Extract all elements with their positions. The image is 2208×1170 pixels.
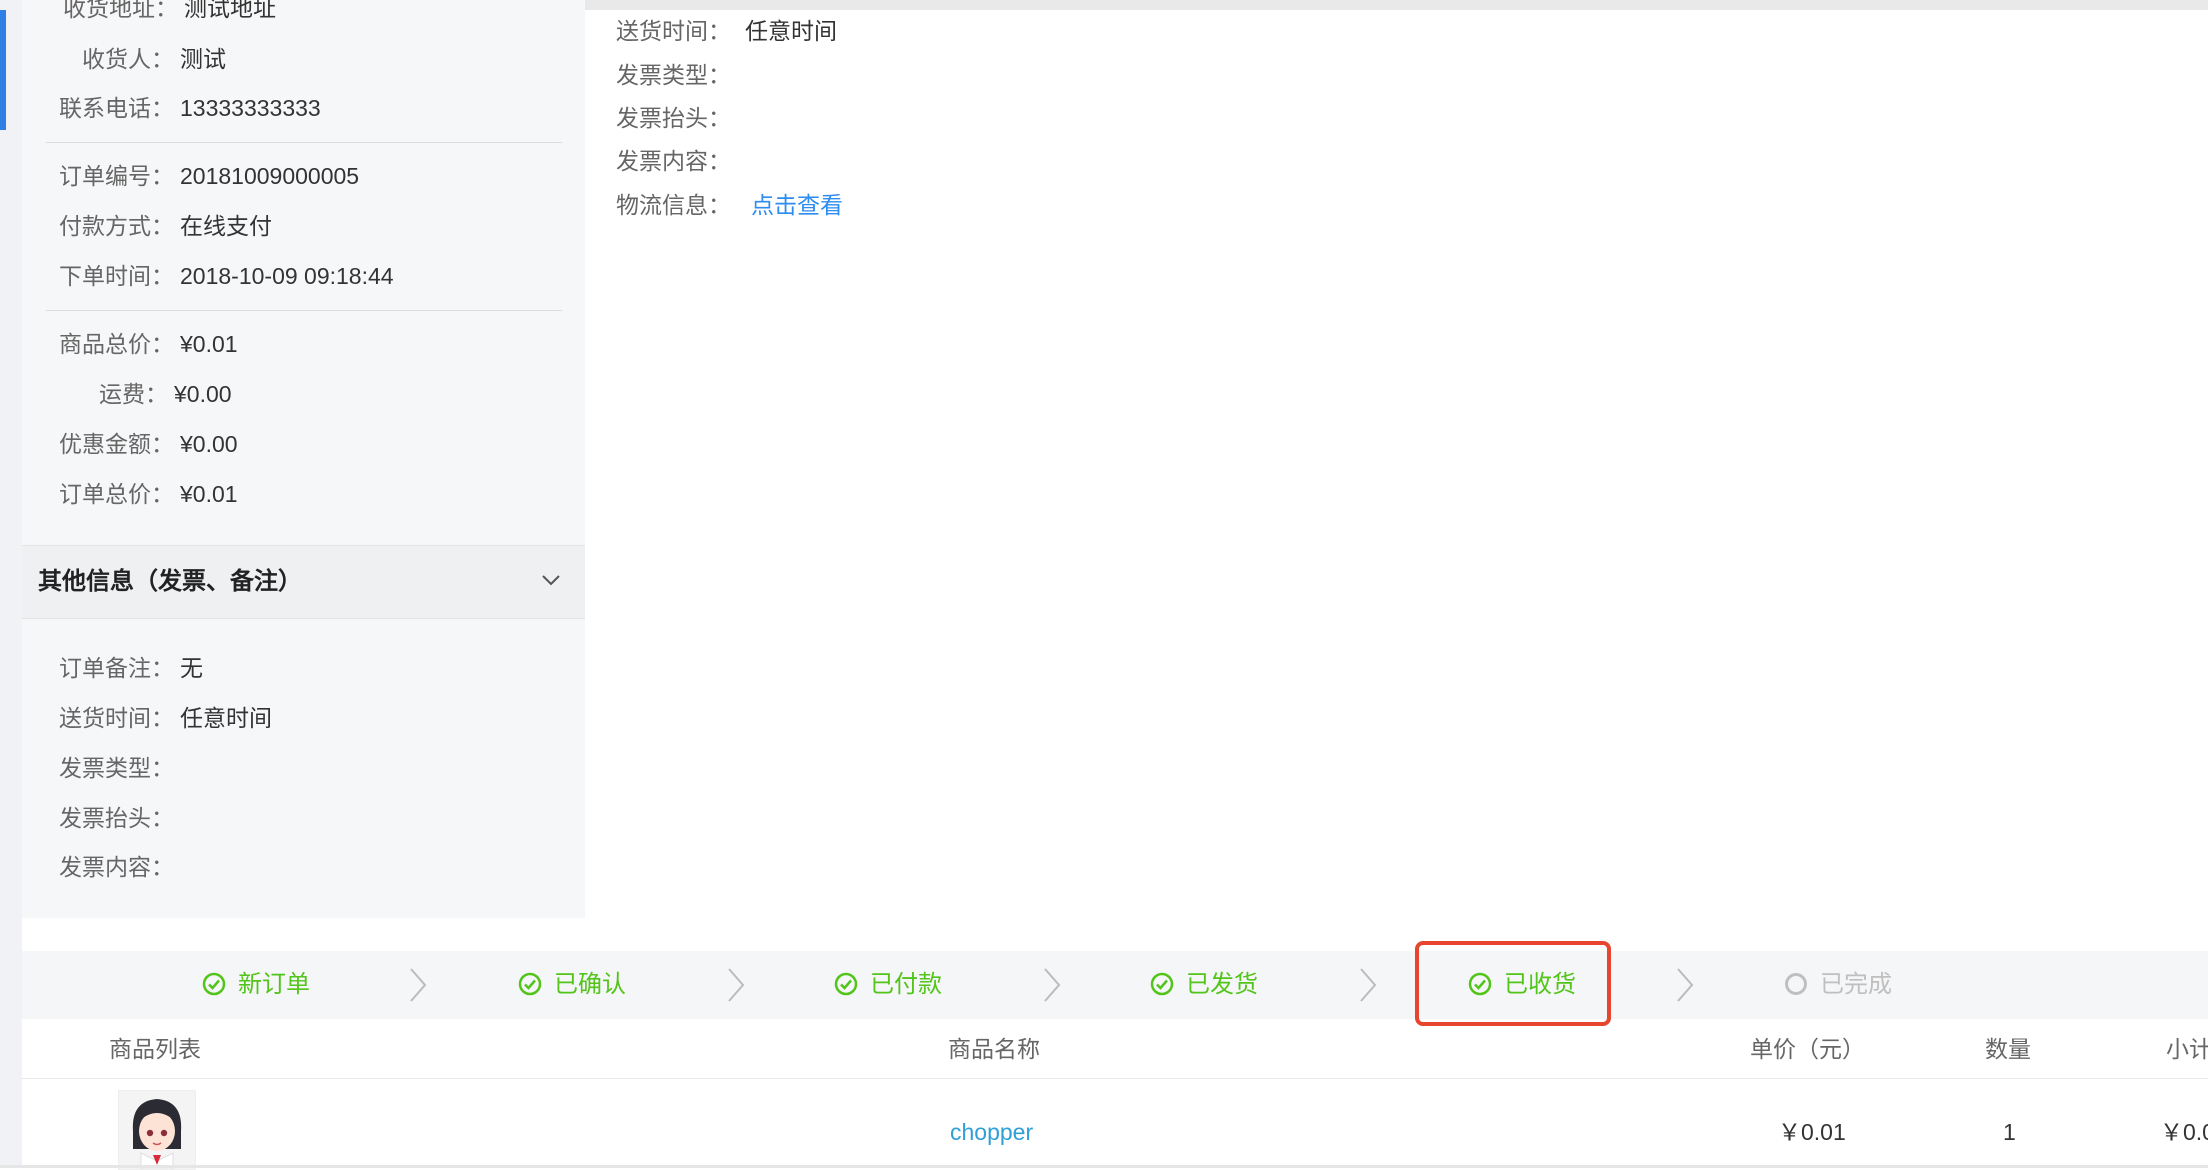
- logistics-row: 物流信息： 点击查看: [616, 187, 843, 223]
- phone-value: 13333333333: [180, 95, 321, 121]
- delivery-time-value: 任意时间: [180, 705, 272, 731]
- right-invoice-content-row: 发票内容：: [616, 143, 731, 179]
- chevron-right-icon: [1677, 968, 1694, 1002]
- step-label: 已确认: [554, 971, 626, 998]
- col-header-unit-price: 单价（元）: [1750, 1036, 1865, 1062]
- delivery-time-label: 送货时间：: [59, 705, 174, 731]
- divider: [46, 310, 562, 311]
- received-step-highlight-box: [1415, 941, 1611, 1026]
- table-header-divider: [22, 1078, 2208, 1079]
- freight-value: ¥0.00: [174, 381, 232, 407]
- chevron-right-icon: [1044, 968, 1061, 1002]
- step-label: 新订单: [238, 971, 310, 998]
- freight-label: 运费：: [99, 381, 168, 407]
- product-thumbnail[interactable]: [118, 1090, 196, 1170]
- right-delivery-time-label: 送货时间：: [616, 18, 731, 44]
- check-circle-icon: [202, 972, 226, 995]
- invoice-type-row: 发票类型：: [58, 750, 174, 786]
- check-circle-icon: [1150, 972, 1174, 995]
- order-time-row: 下单时间： 2018-10-09 09:18:44: [58, 258, 394, 294]
- product-unit-price: ￥0.01: [1778, 1119, 1846, 1145]
- remark-value: 无: [180, 655, 203, 681]
- right-delivery-time-row: 送货时间： 任意时间: [616, 13, 837, 49]
- invoice-content-row: 发票内容：: [58, 849, 174, 885]
- chevron-down-icon[interactable]: [539, 568, 563, 592]
- pay-method-row: 付款方式： 在线支付: [58, 208, 272, 244]
- remark-label: 订单备注：: [59, 655, 174, 681]
- chevron-right-icon: [410, 968, 427, 1002]
- right-invoice-type-label: 发票类型：: [616, 62, 731, 88]
- step-confirmed: 已确认: [518, 951, 626, 1019]
- other-info-panel: [585, 10, 2208, 918]
- order-no-value: 20181009000005: [180, 163, 360, 189]
- other-info-section-header[interactable]: 其他信息（发票、备注）: [22, 545, 585, 619]
- col-header-product-name: 商品名称: [948, 1036, 1040, 1062]
- step-shipped: 已发货: [1150, 951, 1258, 1019]
- col-header-quantity: 数量: [1985, 1036, 2031, 1062]
- order-total-value: ¥0.01: [180, 481, 238, 507]
- product-quantity: 1: [2003, 1119, 2016, 1145]
- step-new-order: 新订单: [202, 951, 310, 1019]
- circle-outline-icon: [1785, 972, 1807, 995]
- logistics-link[interactable]: 点击查看: [751, 187, 843, 223]
- order-total-label: 订单总价：: [59, 481, 174, 507]
- order-time-label: 下单时间：: [59, 263, 174, 289]
- logistics-label: 物流信息：: [616, 192, 731, 218]
- address-label: 收货地址：: [63, 0, 178, 21]
- anime-avatar-icon: [119, 1091, 195, 1169]
- goods-total-row: 商品总价： ¥0.01: [58, 326, 238, 362]
- freight-row: 运费： ¥0.00: [58, 376, 232, 412]
- check-circle-icon: [834, 972, 858, 995]
- product-name-link[interactable]: chopper: [950, 1110, 1033, 1154]
- delivery-time-row: 送货时间： 任意时间: [58, 700, 272, 736]
- chevron-right-icon: [1360, 968, 1377, 1002]
- order-no-row: 订单编号： 20181009000005: [58, 158, 359, 194]
- step-label: 已完成: [1820, 971, 1892, 998]
- phone-label: 联系电话：: [59, 95, 174, 121]
- receiver-label: 收货人：: [82, 46, 174, 72]
- other-info-title: 其他信息（发票、备注）: [38, 568, 302, 595]
- active-accent-bar: [0, 10, 6, 130]
- discount-row: 优惠金额： ¥0.00: [58, 426, 238, 462]
- order-no-label: 订单编号：: [59, 163, 174, 189]
- order-total-row: 订单总价： ¥0.01: [58, 476, 238, 512]
- discount-label: 优惠金额：: [59, 431, 174, 457]
- divider: [46, 142, 562, 143]
- receiver-value: 测试: [180, 46, 226, 72]
- address-value: 测试地址: [184, 0, 276, 21]
- remark-row: 订单备注：无: [58, 650, 203, 686]
- step-label: 已发货: [1186, 971, 1258, 998]
- invoice-title-row: 发票抬头：: [58, 800, 174, 836]
- goods-total-label: 商品总价：: [59, 331, 174, 357]
- right-invoice-content-label: 发票内容：: [616, 148, 731, 174]
- pay-method-label: 付款方式：: [59, 213, 174, 239]
- receiver-row: 收货人： 测试: [58, 41, 226, 77]
- phone-row: 联系电话： 13333333333: [58, 90, 321, 126]
- invoice-content-label: 发票内容：: [59, 854, 174, 880]
- discount-value: ¥0.00: [180, 431, 238, 457]
- step-completed: 已完成: [1784, 951, 1892, 1019]
- pay-method-value: 在线支付: [180, 213, 272, 239]
- right-invoice-title-label: 发票抬头：: [616, 105, 731, 131]
- check-circle-icon: [518, 972, 542, 995]
- order-time-value: 2018-10-09 09:18:44: [180, 263, 394, 289]
- col-header-subtotal: 小计: [2166, 1036, 2208, 1062]
- invoice-type-label: 发票类型：: [59, 755, 174, 781]
- right-invoice-type-row: 发票类型：: [616, 57, 731, 93]
- col-header-product-list: 商品列表: [109, 1036, 201, 1062]
- address-row: 收货地址： 测试地址: [58, 0, 276, 26]
- right-invoice-title-row: 发票抬头：: [616, 100, 731, 136]
- product-subtotal: ￥0.01: [2160, 1119, 2208, 1145]
- step-paid: 已付款: [834, 951, 942, 1019]
- left-gutter: [0, 0, 22, 1168]
- right-delivery-time-value: 任意时间: [745, 18, 837, 44]
- invoice-title-label: 发票抬头：: [59, 805, 174, 831]
- goods-total-value: ¥0.01: [180, 331, 238, 357]
- step-label: 已付款: [870, 971, 942, 998]
- chevron-right-icon: [728, 968, 745, 1002]
